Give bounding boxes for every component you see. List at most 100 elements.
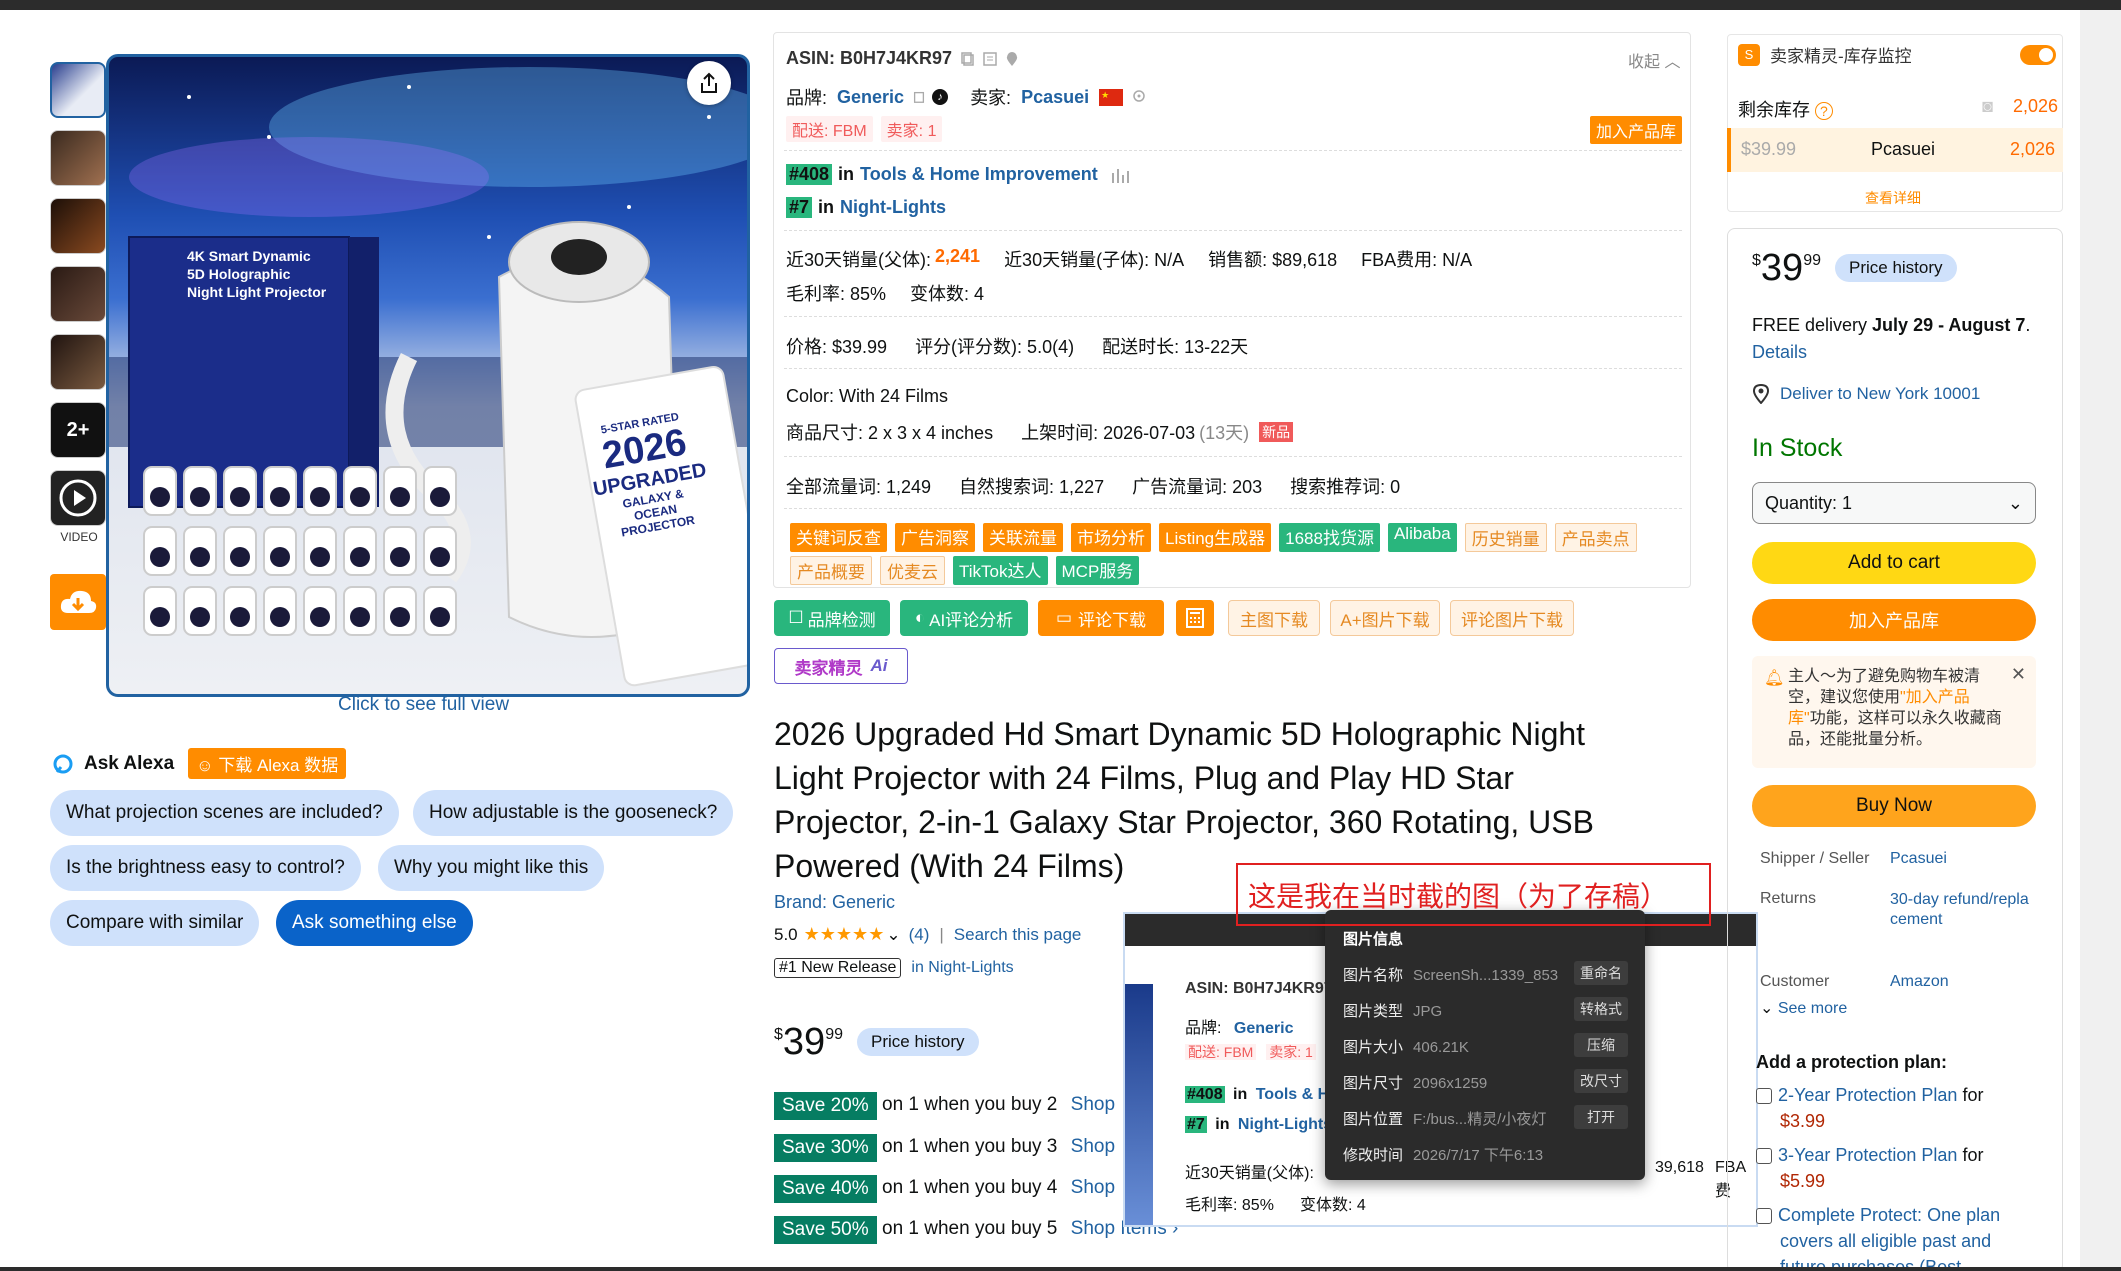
- view-detail-link[interactable]: 查看详细: [1865, 188, 1921, 208]
- brand-check-button[interactable]: ☐ 品牌检测: [774, 600, 890, 636]
- plan-1[interactable]: 2-Year Protection Plan for $3.99: [1756, 1082, 2046, 1134]
- tool-tag-0[interactable]: 关键词反查: [790, 523, 887, 552]
- complete-protect-line-3[interactable]: future purchases (Best: [1780, 1257, 1961, 1267]
- add-to-library-small[interactable]: 加入产品库: [1590, 116, 1683, 144]
- thumbnail-3[interactable]: [50, 198, 106, 254]
- main-image-download-button[interactable]: 主图下载: [1228, 600, 1320, 636]
- help-icon[interactable]: ?: [1815, 102, 1833, 120]
- brand-link[interactable]: Brand: Generic: [774, 892, 895, 913]
- price-history-button[interactable]: Price history: [856, 1028, 979, 1056]
- complete-protect[interactable]: Complete Protect: One plan covers all el…: [1756, 1202, 2046, 1267]
- alexa-chip-2[interactable]: How adjustable is the gooseneck?: [413, 790, 734, 836]
- thumbnail-more[interactable]: 2+: [50, 402, 106, 458]
- calculator-button[interactable]: [1176, 600, 1214, 636]
- tool-tag-5[interactable]: 1688找货源: [1279, 523, 1380, 552]
- ai-review-button[interactable]: ◐ AI评论分析: [900, 600, 1028, 636]
- tool-tag-6[interactable]: Alibaba: [1387, 523, 1457, 552]
- buy-now-button[interactable]: Buy Now: [1752, 785, 2036, 827]
- complete-protect-checkbox[interactable]: [1756, 1208, 1772, 1225]
- collapse-button[interactable]: 收起 ︿: [1628, 48, 1680, 72]
- tool-tag-8[interactable]: 产品卖点: [1554, 523, 1637, 552]
- seller-link[interactable]: Pcasuei: [1021, 87, 1089, 108]
- new-release-label[interactable]: #1 New Release: [774, 958, 902, 978]
- see-more[interactable]: ⌄ See more: [1760, 998, 1847, 1018]
- search-this-page-link[interactable]: Search this page: [954, 925, 1082, 945]
- location-icon[interactable]: [1004, 51, 1020, 67]
- cloud-download-button[interactable]: [50, 574, 106, 630]
- chevron-down-icon[interactable]: ⌄: [886, 925, 900, 945]
- details-link[interactable]: Details: [1752, 342, 1807, 362]
- alexa-download-button[interactable]: ☺ 下载 Alexa 数据: [188, 748, 347, 779]
- review-image-download-button[interactable]: 评论图片下载: [1450, 600, 1574, 636]
- thumbnail-2[interactable]: [50, 130, 106, 186]
- customer-value[interactable]: Amazon: [1890, 973, 1949, 991]
- new-release-category[interactable]: in Night-Lights: [911, 959, 1013, 977]
- tool-tag-4[interactable]: Listing生成器: [1159, 523, 1272, 552]
- share-button[interactable]: [687, 61, 731, 105]
- tool-tag-2-3[interactable]: MCP服务: [1055, 556, 1140, 585]
- alexa-chip-3[interactable]: Is the brightness easy to control?: [50, 845, 361, 891]
- tiktok-icon[interactable]: ♪: [932, 89, 949, 105]
- location-icon[interactable]: [1131, 89, 1147, 105]
- convert-format-button[interactable]: 转格式: [1574, 997, 1628, 1021]
- scrollbar-track[interactable]: [2080, 10, 2121, 1271]
- deliver-to-link[interactable]: Deliver to New York 10001: [1780, 384, 1980, 404]
- plan-2-checkbox[interactable]: [1756, 1148, 1772, 1165]
- quantity-select[interactable]: Quantity: 1 ⌄: [1752, 482, 2036, 524]
- aplus-download-button[interactable]: A+图片下载: [1330, 600, 1440, 636]
- complete-protect-line-1[interactable]: Complete Protect: One plan: [1778, 1205, 2000, 1225]
- tool-tag-2-1[interactable]: 优麦云: [880, 556, 945, 585]
- rename-button[interactable]: 重命名: [1574, 961, 1628, 985]
- resize-button[interactable]: 改尺寸: [1574, 1069, 1628, 1093]
- tool-tag-2-2[interactable]: TikTok达人: [953, 556, 1048, 585]
- copy-icon[interactable]: [960, 51, 976, 67]
- thumbnail-5[interactable]: [50, 334, 106, 390]
- shop-link[interactable]: Shop: [1071, 1177, 1115, 1198]
- price-symbol: $: [1752, 252, 1761, 269]
- tool-tag-3[interactable]: 市场分析: [1071, 523, 1151, 552]
- see-more-link[interactable]: See more: [1778, 1000, 1847, 1017]
- plan-1-checkbox[interactable]: [1756, 1088, 1772, 1105]
- rank-category-2[interactable]: Night-Lights: [840, 197, 946, 218]
- plan-2-name[interactable]: 3-Year Protection Plan: [1778, 1145, 1957, 1165]
- shipper-value[interactable]: Pcasuei: [1890, 850, 1947, 868]
- thumbnail-4[interactable]: [50, 266, 106, 322]
- inventory-toggle[interactable]: [2020, 45, 2056, 65]
- alexa-chip-5[interactable]: Compare with similar: [50, 900, 260, 946]
- add-to-library-button[interactable]: 加入产品库: [1752, 599, 2036, 641]
- plan-2[interactable]: 3-Year Protection Plan for $5.99: [1756, 1142, 2046, 1194]
- compress-button[interactable]: 压缩: [1574, 1033, 1628, 1057]
- returns-value[interactable]: 30-day refund/replacement: [1890, 890, 2035, 930]
- shop-link[interactable]: Shop: [1071, 1136, 1115, 1157]
- bar-chart-icon[interactable]: [1110, 167, 1130, 183]
- box-line-1: 4K Smart Dynamic: [187, 248, 311, 264]
- brand-link[interactable]: Generic: [837, 87, 904, 108]
- seller-sprite-ai-button[interactable]: 卖家精灵 Ai: [774, 648, 908, 684]
- note-icon[interactable]: [982, 51, 998, 67]
- plan-1-name[interactable]: 2-Year Protection Plan: [1778, 1085, 1957, 1105]
- camera-icon[interactable]: ◙: [1982, 96, 1993, 116]
- thumbnail-1[interactable]: [50, 62, 106, 118]
- copy-icon[interactable]: [912, 90, 926, 104]
- review-download-button[interactable]: ▭ 评论下载: [1038, 600, 1164, 636]
- tool-tag-2-0[interactable]: 产品概要: [790, 556, 872, 585]
- tool-tag-1[interactable]: 广告洞察: [895, 523, 975, 552]
- tool-tag-2[interactable]: 关联流量: [983, 523, 1063, 552]
- review-count-link[interactable]: (4): [909, 925, 930, 945]
- complete-protect-line-2[interactable]: covers all eligible past and: [1780, 1231, 1991, 1251]
- deliver-to[interactable]: Deliver to New York 10001: [1752, 384, 1980, 404]
- alexa-chip-ask-else[interactable]: Ask something else: [276, 900, 473, 946]
- close-icon[interactable]: ✕: [2011, 664, 2026, 685]
- star-icons[interactable]: ★★★★★: [804, 924, 885, 945]
- rank-category-1[interactable]: Tools & Home Improvement: [860, 164, 1098, 185]
- price-history-button[interactable]: Price history: [1834, 254, 1957, 282]
- main-product-image[interactable]: 4K Smart Dynamic 5D Holographic Night Li…: [106, 54, 750, 697]
- tool-tag-7[interactable]: 历史销量: [1464, 523, 1547, 552]
- shop-link[interactable]: Shop: [1071, 1094, 1115, 1115]
- alexa-chip-4[interactable]: Why you might like this: [378, 845, 605, 891]
- alexa-chip-1[interactable]: What projection scenes are included?: [50, 790, 399, 836]
- thumbnail-video[interactable]: [50, 470, 106, 526]
- click-full-view[interactable]: Click to see full view: [338, 694, 509, 716]
- add-to-cart-button[interactable]: Add to cart: [1752, 542, 2036, 584]
- open-button[interactable]: 打开: [1574, 1105, 1628, 1129]
